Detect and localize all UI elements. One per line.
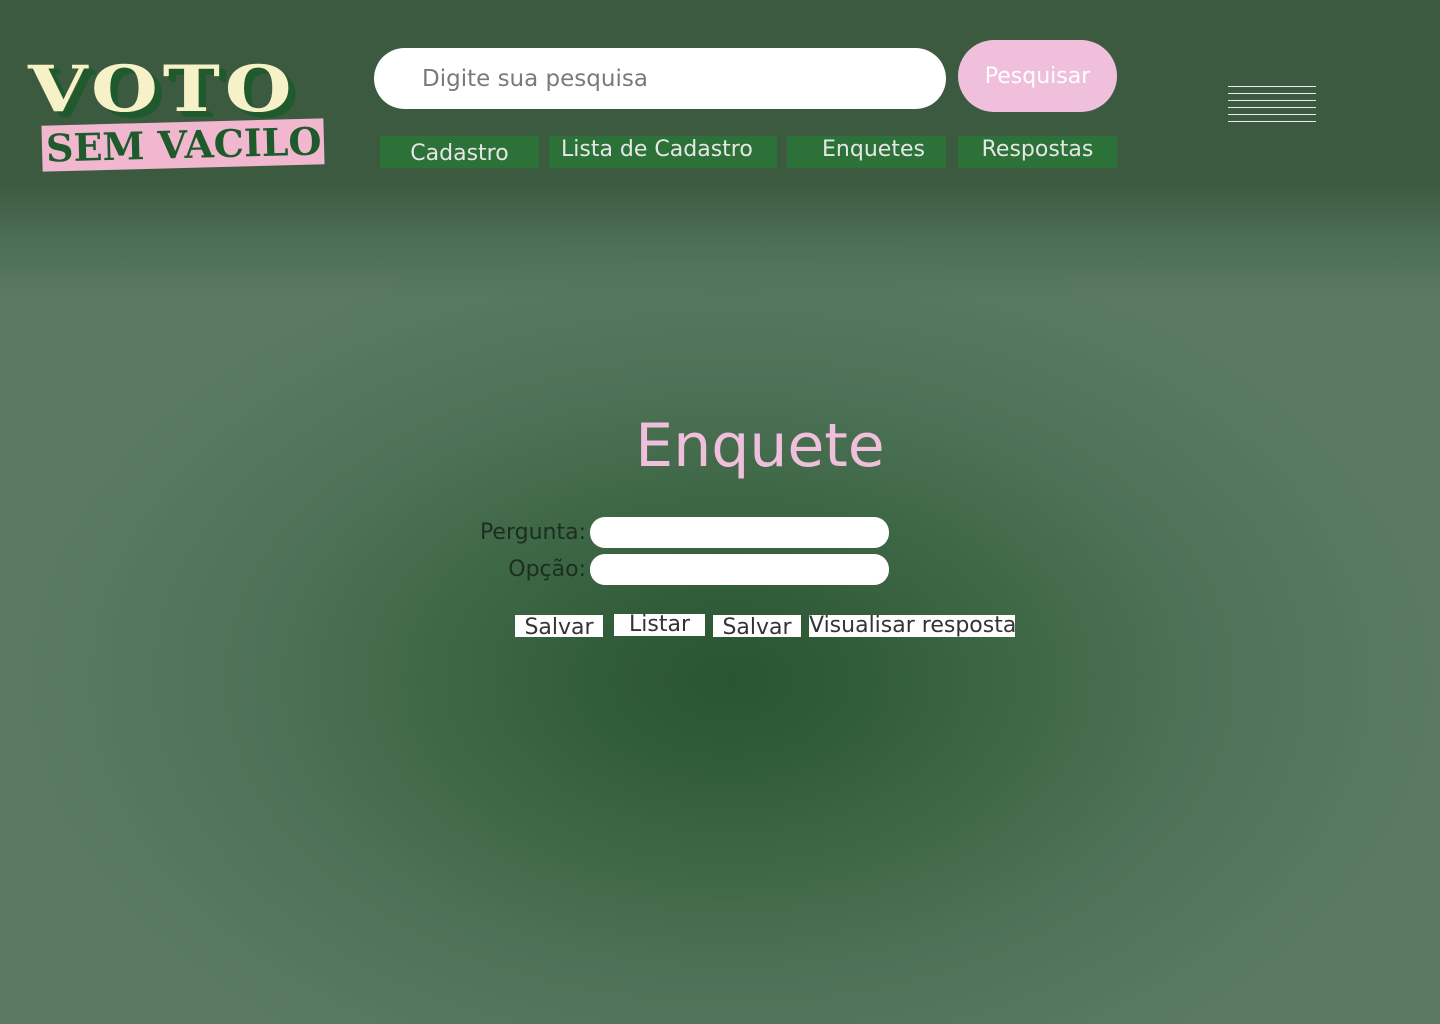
option-input[interactable] <box>590 554 889 585</box>
tab-cadastro[interactable]: Cadastro <box>380 136 539 168</box>
page-title: Enquete <box>635 411 885 481</box>
search-input[interactable] <box>374 48 946 109</box>
question-input[interactable] <box>590 517 889 548</box>
question-label: Pergunta: <box>479 520 586 545</box>
logo-subtitle: SEM VACILO <box>45 118 323 171</box>
tab-enquetes[interactable]: Enquetes <box>787 136 946 168</box>
search-button[interactable]: Pesquisar <box>958 40 1117 112</box>
list-button[interactable]: Listar <box>614 614 705 636</box>
tab-respostas[interactable]: Respostas <box>958 136 1117 168</box>
save-button[interactable]: Salvar <box>515 615 603 640</box>
hamburger-menu-icon[interactable] <box>1228 86 1316 122</box>
logo[interactable]: VOTO SEM VACILO <box>28 52 328 172</box>
option-label: Opção: <box>508 557 586 582</box>
save-button-secondary[interactable]: Salvar <box>713 615 801 640</box>
view-response-button[interactable]: Visualisar resposta <box>809 615 1016 637</box>
main-background <box>0 180 1440 1024</box>
logo-title: VOTO <box>28 52 297 127</box>
tab-lista-de-cadastro[interactable]: Lista de Cadastro <box>549 136 777 168</box>
